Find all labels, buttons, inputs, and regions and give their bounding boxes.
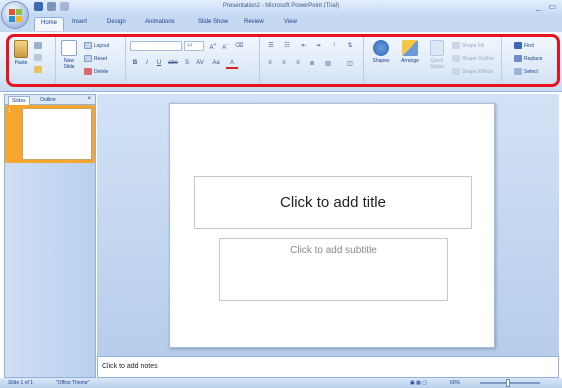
align-center-icon[interactable]: ≡ bbox=[278, 60, 290, 69]
pane-tabs: Slides Outline × bbox=[5, 95, 95, 105]
office-logo-icon bbox=[9, 9, 22, 22]
tab-view[interactable]: View bbox=[278, 17, 303, 31]
tab-design[interactable]: Design bbox=[101, 17, 132, 31]
layout-icon bbox=[84, 42, 92, 49]
slide-count: Slide 1 of 1 bbox=[8, 380, 34, 386]
tab-home[interactable]: Home bbox=[34, 17, 65, 31]
reset-icon bbox=[84, 55, 92, 62]
zoom-slider-handle[interactable] bbox=[506, 379, 510, 387]
slide-thumbnail[interactable] bbox=[22, 108, 92, 160]
drawing-group: Shapes Arrange Quick Styles Shape Fill S… bbox=[364, 36, 502, 82]
binoculars-icon bbox=[514, 42, 522, 49]
paste-button[interactable]: Paste bbox=[12, 40, 30, 66]
quick-styles-icon bbox=[430, 40, 444, 56]
character-spacing-button[interactable]: AV bbox=[194, 60, 206, 69]
shape-effects-button[interactable]: Shape Effects bbox=[452, 68, 493, 75]
cut-icon[interactable] bbox=[34, 42, 42, 49]
new-slide-icon bbox=[61, 40, 77, 56]
shadow-button[interactable]: S bbox=[182, 60, 192, 69]
line-spacing-icon[interactable]: ↕ bbox=[328, 42, 340, 51]
tab-review[interactable]: Review bbox=[238, 17, 270, 31]
zoom-slider[interactable] bbox=[480, 382, 540, 384]
format-painter-icon[interactable] bbox=[34, 66, 42, 73]
shape-fill-icon bbox=[452, 42, 460, 49]
tab-insert[interactable]: Insert bbox=[66, 17, 93, 31]
underline-button[interactable]: U bbox=[154, 60, 164, 69]
increase-indent-icon[interactable]: ⇥ bbox=[312, 42, 324, 51]
copy-icon[interactable] bbox=[34, 54, 42, 61]
select-icon bbox=[514, 68, 522, 75]
align-left-icon[interactable]: ≡ bbox=[264, 60, 276, 69]
bullets-icon[interactable]: ☰ bbox=[264, 42, 278, 51]
delete-icon bbox=[84, 68, 92, 75]
arrange-icon bbox=[402, 40, 418, 56]
view-buttons[interactable]: ▣ ▦ ▢ bbox=[410, 380, 427, 386]
align-right-icon[interactable]: ≡ bbox=[292, 60, 304, 69]
shapes-button[interactable]: Shapes bbox=[368, 40, 394, 64]
italic-button[interactable]: I bbox=[142, 60, 152, 69]
shape-outline-button[interactable]: Shape Outline bbox=[452, 55, 494, 62]
editing-group: Find Replace Select bbox=[502, 36, 558, 82]
arrange-button[interactable]: Arrange bbox=[396, 40, 424, 64]
tab-animations[interactable]: Animations bbox=[139, 17, 181, 31]
justify-icon[interactable]: ≣ bbox=[306, 60, 318, 69]
find-button[interactable]: Find bbox=[514, 42, 534, 49]
zoom-level: 60% bbox=[450, 380, 461, 386]
numbering-icon[interactable]: ☷ bbox=[280, 42, 294, 51]
slides-group: New Slide Layout Reset Delete bbox=[56, 36, 126, 82]
subtitle-placeholder[interactable]: Click to add subtitle bbox=[219, 238, 448, 301]
font-color-button[interactable]: A bbox=[226, 60, 238, 69]
change-case-button[interactable]: Aa bbox=[210, 60, 222, 69]
quick-styles-button[interactable]: Quick Styles bbox=[426, 40, 448, 70]
font-group: 44 A+ A- ⌫ B I U abe S AV Aa A bbox=[126, 36, 260, 82]
shape-outline-icon bbox=[452, 55, 460, 62]
minimize-button[interactable]: _ bbox=[536, 2, 540, 11]
font-name-combo[interactable] bbox=[130, 41, 182, 51]
strikethrough-button[interactable]: abe bbox=[166, 60, 180, 69]
ribbon-tabs: Home Insert Design Animations Slide Show… bbox=[0, 14, 562, 32]
tab-slides[interactable]: Slides bbox=[8, 96, 30, 105]
new-slide-button[interactable]: New Slide bbox=[58, 40, 80, 70]
clipboard-icon bbox=[14, 40, 28, 58]
select-button[interactable]: Select bbox=[514, 68, 538, 75]
smartart-icon[interactable]: ◫ bbox=[344, 60, 356, 69]
clear-formatting-icon[interactable]: ⌫ bbox=[234, 42, 244, 51]
notes-pane[interactable]: Click to add notes bbox=[97, 356, 559, 378]
font-size-combo[interactable]: 44 bbox=[184, 41, 204, 51]
delete-button[interactable]: Delete bbox=[84, 68, 108, 75]
status-bar: Slide 1 of 1 "Office Theme" ▣ ▦ ▢ 60% bbox=[0, 378, 562, 388]
office-button[interactable] bbox=[1, 1, 29, 29]
bold-button[interactable]: B bbox=[130, 60, 140, 69]
shape-fill-button[interactable]: Shape Fill bbox=[452, 42, 484, 49]
slide-number: 1 bbox=[8, 108, 11, 114]
maximize-button[interactable]: ▭ bbox=[548, 2, 556, 11]
shrink-font-icon[interactable]: A- bbox=[220, 42, 230, 51]
layout-button[interactable]: Layout bbox=[84, 42, 109, 49]
grow-font-icon[interactable]: A+ bbox=[208, 42, 218, 51]
paragraph-group: ☰ ☷ ⇤ ⇥ ↕ ⇅ ≡ ≡ ≡ ≣ ▥ ◫ bbox=[260, 36, 364, 82]
replace-icon bbox=[514, 55, 522, 62]
decrease-indent-icon[interactable]: ⇤ bbox=[298, 42, 310, 51]
shapes-icon bbox=[373, 40, 389, 56]
theme-name: "Office Theme" bbox=[56, 380, 90, 386]
window-controls: _ ▭ bbox=[536, 2, 556, 11]
reset-button[interactable]: Reset bbox=[84, 55, 107, 62]
tab-slide-show[interactable]: Slide Show bbox=[192, 17, 234, 31]
shape-effects-icon bbox=[452, 68, 460, 75]
clipboard-group: Paste bbox=[10, 36, 56, 82]
close-icon[interactable]: × bbox=[87, 96, 91, 102]
text-direction-icon[interactable]: ⇅ bbox=[344, 42, 356, 51]
window-title: Presentation2 - Microsoft PowerPoint (Tr… bbox=[222, 3, 340, 9]
replace-button[interactable]: Replace bbox=[514, 55, 542, 62]
title-placeholder[interactable]: Click to add title bbox=[194, 176, 472, 229]
title-bar: Presentation2 - Microsoft PowerPoint (Tr… bbox=[0, 0, 562, 14]
tab-outline[interactable]: Outline bbox=[37, 96, 59, 104]
columns-icon[interactable]: ▥ bbox=[322, 60, 334, 69]
